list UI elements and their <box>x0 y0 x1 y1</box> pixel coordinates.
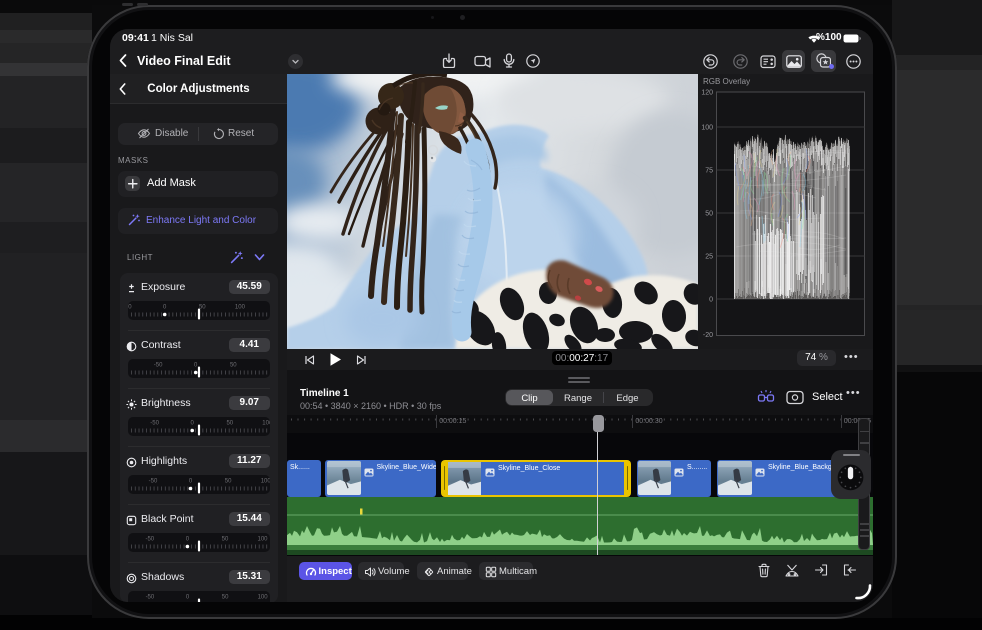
svg-text:-50: -50 <box>128 304 132 310</box>
svg-text:0: 0 <box>185 594 189 600</box>
svg-text:-50: -50 <box>150 420 159 426</box>
svg-text:0: 0 <box>190 420 194 426</box>
svg-text:0: 0 <box>188 478 192 484</box>
svg-text:50: 50 <box>221 594 228 600</box>
svg-text:50: 50 <box>705 211 713 218</box>
svg-text:75: 75 <box>705 168 713 175</box>
svg-text:-50: -50 <box>145 594 154 600</box>
svg-text:-50: -50 <box>148 478 157 484</box>
svg-text:50: 50 <box>224 478 231 484</box>
svg-text:0: 0 <box>194 362 198 368</box>
svg-text:25: 25 <box>705 254 713 261</box>
svg-text:0: 0 <box>709 297 713 304</box>
svg-text:100: 100 <box>262 420 270 426</box>
svg-text:100: 100 <box>257 536 268 542</box>
svg-text:120: 120 <box>701 90 713 97</box>
svg-text:50: 50 <box>221 536 228 542</box>
svg-text:0: 0 <box>185 536 189 542</box>
svg-text:50: 50 <box>226 420 233 426</box>
svg-text:-20: -20 <box>703 332 713 339</box>
svg-text:-50: -50 <box>153 362 162 368</box>
svg-text:100: 100 <box>257 594 268 600</box>
svg-text:100: 100 <box>701 125 713 132</box>
svg-text:-50: -50 <box>145 536 154 542</box>
svg-text:50: 50 <box>229 362 236 368</box>
svg-text:100: 100 <box>234 304 245 310</box>
svg-text:0: 0 <box>163 304 167 310</box>
svg-text:100: 100 <box>260 478 269 484</box>
